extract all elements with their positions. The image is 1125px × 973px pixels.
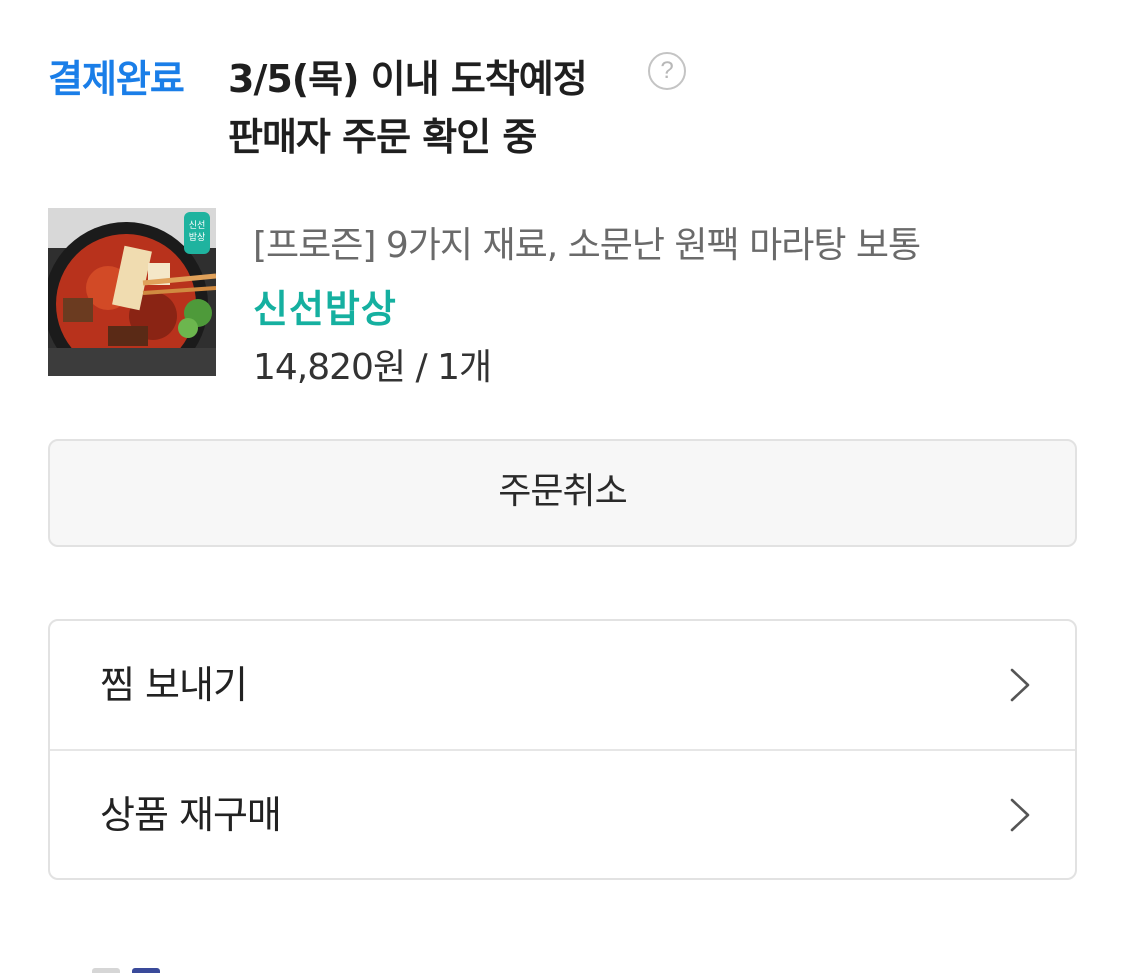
peek-icon-right bbox=[132, 968, 160, 973]
product-name[interactable]: [프로즌] 9가지 재료, 소문난 원팩 마라탕 보통 bbox=[253, 216, 921, 268]
cancel-order-button[interactable]: 주문취소 bbox=[48, 439, 1077, 547]
price-quantity: 14,820원 / 1개 bbox=[253, 347, 492, 388]
next-section-peek bbox=[92, 964, 168, 973]
order-status-header: 결제완료 3/5(목) 이내 도착예정 ? 판매자 주문 확인 중 bbox=[48, 44, 1078, 164]
shop-name-link[interactable]: 신선밥상 bbox=[253, 278, 397, 333]
svg-text:신선: 신선 bbox=[189, 220, 206, 231]
chevron-right-icon bbox=[1010, 798, 1030, 832]
chevron-right-icon bbox=[1010, 668, 1030, 702]
delivery-estimate-text: 3/5(목) 이내 도착예정 bbox=[228, 57, 588, 101]
menu-item-send-wishlist[interactable]: 찜 보내기 bbox=[50, 621, 1075, 749]
peek-icon-left bbox=[92, 968, 120, 973]
product-summary[interactable]: 신선 밥상 [프로즌] 9가지 재료, 소문난 원팩 마라탕 보통 신선밥상 1… bbox=[48, 208, 1078, 388]
menu-item-repurchase[interactable]: 상품 재구매 bbox=[50, 749, 1075, 878]
svg-text:밥상: 밥상 bbox=[189, 232, 206, 243]
menu-item-label: 찜 보내기 bbox=[100, 663, 248, 707]
seller-status-text: 판매자 주문 확인 중 bbox=[228, 115, 537, 159]
menu-item-label: 상품 재구매 bbox=[100, 793, 282, 837]
payment-status-label: 결제완료 bbox=[48, 57, 185, 101]
product-thumbnail-image[interactable]: 신선 밥상 bbox=[48, 208, 216, 376]
question-circle-icon[interactable]: ? bbox=[648, 52, 686, 90]
order-actions-menu: 찜 보내기 상품 재구매 bbox=[48, 619, 1077, 880]
mala-soup-image: 신선 밥상 bbox=[48, 208, 216, 376]
